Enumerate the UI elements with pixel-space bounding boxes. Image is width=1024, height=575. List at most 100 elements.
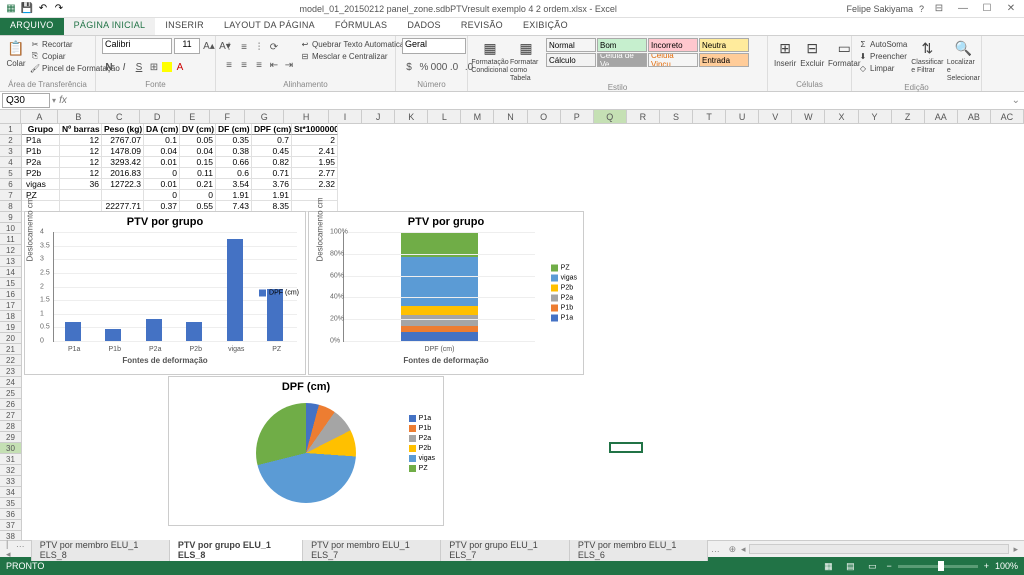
name-box[interactable]: Q30 bbox=[2, 93, 50, 108]
row-header[interactable]: 4 bbox=[0, 157, 22, 168]
font-size-select[interactable]: 11 bbox=[174, 38, 200, 54]
table-cell[interactable]: 0.15 bbox=[180, 157, 216, 168]
row-header[interactable]: 25 bbox=[0, 388, 22, 399]
row-header[interactable]: 16 bbox=[0, 289, 22, 300]
table-cell[interactable]: 2.77 bbox=[292, 168, 338, 179]
sheet-nav-first-icon[interactable]: |◂ bbox=[6, 539, 12, 560]
col-header[interactable]: Q bbox=[594, 110, 627, 123]
col-header[interactable]: A bbox=[21, 110, 58, 123]
col-header[interactable]: U bbox=[726, 110, 759, 123]
row-header[interactable]: 38 bbox=[0, 531, 22, 540]
row-header[interactable]: 21 bbox=[0, 344, 22, 355]
table-cell[interactable]: 3.76 bbox=[252, 179, 292, 190]
style-incorreto[interactable]: Incorreto bbox=[648, 38, 698, 52]
table-cell[interactable]: 2.41 bbox=[292, 146, 338, 157]
table-header[interactable]: DV (cm) bbox=[180, 124, 216, 135]
increase-font-icon[interactable]: A▴ bbox=[202, 39, 216, 53]
table-cell[interactable]: 1.91 bbox=[252, 190, 292, 201]
col-header[interactable]: N bbox=[494, 110, 527, 123]
row-header[interactable]: 9 bbox=[0, 212, 22, 223]
chart-bar-ptv[interactable]: PTV por grupo Deslocamento cm 00.511.522… bbox=[24, 211, 306, 375]
table-cell[interactable]: 12722.3 bbox=[102, 179, 144, 190]
clear-button[interactable]: ◇Limpar bbox=[858, 62, 907, 74]
formula-input[interactable] bbox=[70, 93, 1008, 108]
row-header[interactable]: 7 bbox=[0, 190, 22, 201]
col-header[interactable]: S bbox=[660, 110, 693, 123]
table-cell[interactable] bbox=[102, 190, 144, 201]
sheet-tab[interactable]: PTV por grupo ELU_1 ELS_7 bbox=[440, 538, 570, 561]
comma-icon[interactable]: 000 bbox=[432, 60, 446, 74]
find-select-button[interactable]: 🔍Localizar e Selecionar bbox=[947, 38, 979, 83]
col-header[interactable]: AA bbox=[925, 110, 958, 123]
col-header[interactable]: D bbox=[140, 110, 175, 123]
italic-button[interactable]: I bbox=[117, 60, 131, 74]
style-gallery[interactable]: Normal Bom Incorreto Neutra Cálculo Célu… bbox=[546, 38, 749, 67]
fill-color-button[interactable] bbox=[162, 62, 172, 72]
insert-cells-button[interactable]: ⊞Inserir bbox=[774, 38, 796, 68]
row-header[interactable]: 27 bbox=[0, 410, 22, 421]
table-cell[interactable]: 0.01 bbox=[144, 179, 180, 190]
delete-cells-button[interactable]: ⊟Excluir bbox=[800, 38, 824, 68]
tab-file[interactable]: ARQUIVO bbox=[0, 18, 64, 35]
row-header[interactable]: 20 bbox=[0, 333, 22, 344]
fill-button[interactable]: ⬇Preencher bbox=[858, 50, 907, 62]
currency-icon[interactable]: $ bbox=[402, 60, 416, 74]
number-format-select[interactable]: Geral bbox=[402, 38, 466, 54]
style-celver[interactable]: Célula de Ve... bbox=[597, 53, 647, 67]
table-cell[interactable]: vigas bbox=[22, 179, 60, 190]
table-cell[interactable]: 0.01 bbox=[144, 157, 180, 168]
fx-icon[interactable]: fx bbox=[56, 95, 70, 106]
table-cell[interactable]: 0.38 bbox=[216, 146, 252, 157]
row-header[interactable]: 8 bbox=[0, 201, 22, 212]
tab-data[interactable]: DADOS bbox=[397, 18, 451, 35]
style-bom[interactable]: Bom bbox=[597, 38, 647, 52]
table-cell[interactable]: 0.21 bbox=[180, 179, 216, 190]
table-cell[interactable]: 0.1 bbox=[144, 135, 180, 146]
table-cell[interactable]: 0.11 bbox=[180, 168, 216, 179]
table-cell[interactable]: 2767.07 bbox=[102, 135, 144, 146]
indent-inc-icon[interactable]: ⇥ bbox=[282, 58, 296, 72]
table-header[interactable]: Nº barras bbox=[60, 124, 102, 135]
view-break-icon[interactable]: ▭ bbox=[864, 560, 880, 572]
tab-view[interactable]: EXIBIÇÃO bbox=[513, 18, 578, 35]
zoom-in-icon[interactable]: + bbox=[984, 561, 989, 571]
col-header[interactable]: E bbox=[175, 110, 210, 123]
tab-layout[interactable]: LAYOUT DA PÁGINA bbox=[214, 18, 325, 35]
col-header[interactable]: L bbox=[428, 110, 461, 123]
col-header[interactable]: M bbox=[461, 110, 494, 123]
table-header[interactable]: DF (cm) bbox=[216, 124, 252, 135]
row-header[interactable]: 15 bbox=[0, 278, 22, 289]
col-header[interactable]: H bbox=[284, 110, 329, 123]
row-header[interactable]: 19 bbox=[0, 322, 22, 333]
table-cell[interactable]: 3.54 bbox=[216, 179, 252, 190]
percent-icon[interactable]: % bbox=[417, 60, 431, 74]
table-cell[interactable]: 0.6 bbox=[216, 168, 252, 179]
row-header[interactable]: 35 bbox=[0, 498, 22, 509]
table-cell[interactable]: 0.45 bbox=[252, 146, 292, 157]
table-cell[interactable]: 0.66 bbox=[216, 157, 252, 168]
align-top-icon[interactable]: ⫶ bbox=[222, 40, 236, 54]
table-cell[interactable]: 0.71 bbox=[252, 168, 292, 179]
style-celvin[interactable]: Célula Vincu... bbox=[648, 53, 698, 67]
row-header[interactable]: 13 bbox=[0, 256, 22, 267]
row-header[interactable]: 33 bbox=[0, 476, 22, 487]
tab-formulas[interactable]: FÓRMULAS bbox=[325, 18, 397, 35]
row-header[interactable]: 2 bbox=[0, 135, 22, 146]
close-icon[interactable]: ✕ bbox=[1002, 2, 1020, 16]
sheet-tab[interactable]: PTV por membro ELU_1 ELS_8 bbox=[31, 538, 170, 561]
table-cell[interactable]: 0.82 bbox=[252, 157, 292, 168]
table-header[interactable]: St*1000000 bbox=[292, 124, 338, 135]
expand-formula-icon[interactable]: ⌄ bbox=[1008, 95, 1024, 106]
row-header[interactable]: 30 bbox=[0, 443, 22, 454]
table-cell[interactable]: 1.95 bbox=[292, 157, 338, 168]
row-header[interactable]: 17 bbox=[0, 300, 22, 311]
ribbon-options-icon[interactable]: ⊟ bbox=[930, 2, 948, 16]
help-icon[interactable]: ? bbox=[919, 4, 924, 14]
style-normal[interactable]: Normal bbox=[546, 38, 596, 52]
new-sheet-button[interactable]: ⊕ bbox=[724, 544, 741, 555]
table-cell[interactable]: 0.35 bbox=[216, 135, 252, 146]
table-cell[interactable]: 3293.42 bbox=[102, 157, 144, 168]
table-cell[interactable]: 2 bbox=[292, 135, 338, 146]
table-cell[interactable]: 0.04 bbox=[180, 146, 216, 157]
col-header[interactable]: C bbox=[99, 110, 140, 123]
